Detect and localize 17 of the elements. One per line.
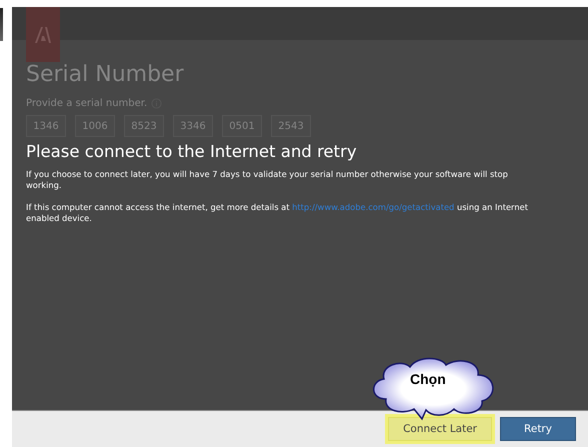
message-text: If you choose to connect later, you will have 7 days to validate your serial number otherwise your software will stop working. bbox=[26, 169, 509, 191]
window-edge bbox=[0, 8, 3, 41]
serial-field[interactable]: 1006 bbox=[75, 115, 115, 137]
logo-icon bbox=[26, 7, 60, 62]
serial-field[interactable]: 0501 bbox=[222, 115, 262, 137]
callout-text: Chọn bbox=[410, 371, 446, 387]
activation-link[interactable]: http://www.adobe.com/go/getactivated bbox=[292, 202, 454, 212]
serial-field[interactable]: 3346 bbox=[173, 115, 213, 137]
message-heading: Please connect to the Internet and retry bbox=[26, 141, 358, 163]
connect-later-button[interactable]: Connect Later bbox=[388, 417, 492, 441]
serial-field[interactable]: 8523 bbox=[124, 115, 164, 137]
retry-button[interactable]: Retry bbox=[500, 417, 576, 441]
message-text: If this computer cannot access the internet, get more details at http://www.adobe.com/go/getactivated using an Internet enabled device. bbox=[26, 202, 529, 224]
serial-field[interactable]: 2543 bbox=[271, 115, 311, 137]
serial-field[interactable]: 1346 bbox=[26, 115, 66, 137]
form-title: Serial Number bbox=[26, 62, 185, 88]
form-prompt: Provide a serial number. bbox=[26, 98, 148, 109]
